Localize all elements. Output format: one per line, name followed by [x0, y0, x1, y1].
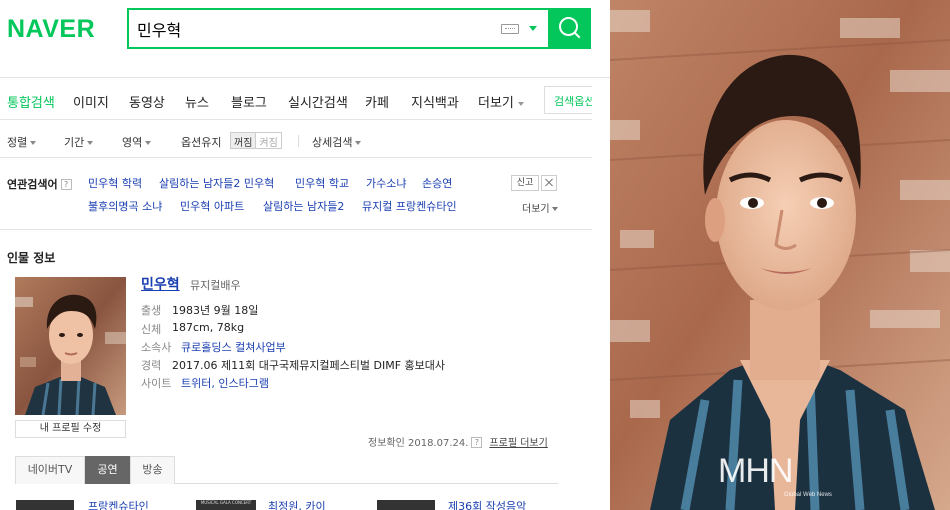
search-box	[127, 8, 591, 49]
tab-integrated[interactable]: 통합검색	[7, 92, 55, 111]
related-more-label: 더보기	[522, 204, 550, 215]
portrait-image	[610, 0, 950, 510]
tab-blog[interactable]: 블로그	[231, 92, 267, 111]
edit-profile-button[interactable]: 내 프로필 수정	[15, 420, 126, 438]
info-confirm: 정보확인 2018.07.24.? 프로필 더보기	[368, 434, 548, 449]
person-info-title: 인물 정보	[7, 251, 56, 265]
birth-key: 출생	[141, 304, 162, 317]
related-title: 연관검색어?	[7, 176, 72, 192]
filter-area-label: 영역	[122, 136, 143, 149]
naver-search-page: NAVER 통합검색 이미지 동영상 뉴스 블로그 실시간검색 카페 지식백과 …	[0, 0, 610, 510]
filter-sort-label: 정렬	[7, 136, 28, 149]
agency-link[interactable]: 큐로홀딩스 컬쳐사업부	[181, 339, 286, 355]
related-link[interactable]: 살림하는 남자들2 민우혁	[159, 175, 274, 191]
watermark-logo: MHN	[718, 452, 793, 490]
toggle-off[interactable]: 꺼짐	[231, 133, 257, 149]
related-link[interactable]: 살림하는 남자들2	[263, 198, 344, 214]
caret-down-icon[interactable]	[529, 26, 537, 31]
tab-knowledge[interactable]: 지식백과	[411, 92, 459, 111]
search-options-label: 검색옵션	[554, 95, 595, 108]
related-more-button[interactable]: 더보기	[522, 200, 558, 215]
tab-realtime[interactable]: 실시간검색	[288, 92, 348, 111]
help-icon[interactable]: ?	[60, 179, 72, 190]
report-button[interactable]: 신고	[511, 175, 539, 191]
chevron-down-icon	[87, 141, 94, 145]
filter-period[interactable]: 기간	[64, 134, 94, 150]
keyboard-icon[interactable]	[501, 24, 519, 34]
tab-navertv[interactable]: 네이버TV	[15, 456, 85, 484]
chevron-down-icon	[30, 141, 37, 145]
related-searches: 연관검색어? 민우혁 학력 살림하는 남자들2 민우혁 민우혁 학교 가수소냐 …	[0, 164, 610, 230]
portrait-photo	[610, 0, 950, 510]
naver-logo[interactable]: NAVER	[7, 15, 95, 44]
tab-cafe[interactable]: 카페	[365, 92, 389, 111]
birth-value: 1983년 9월 18일	[172, 304, 259, 317]
site-key: 사이트	[141, 377, 172, 390]
profile-photo-image	[15, 277, 126, 415]
keep-options-label: 옵션유지	[181, 136, 222, 149]
performance-list: 프랑켄슈타인 MUSICAL GALA CONCERT 최정원, 카이 제36회…	[0, 498, 610, 510]
chevron-down-icon	[145, 141, 152, 145]
related-link[interactable]: 불후의명곡 소냐	[88, 198, 162, 214]
media-tabs: 네이버TV 공연 방송	[15, 456, 558, 484]
person-job: 뮤지컬배우	[190, 279, 241, 292]
search-input[interactable]	[137, 17, 487, 41]
filter-area[interactable]: 영역	[122, 134, 152, 150]
chevron-down-icon	[355, 141, 362, 145]
profile-more-link[interactable]: 프로필 더보기	[489, 438, 547, 449]
tab-video[interactable]: 동영상	[129, 92, 165, 111]
performance-link[interactable]: 프랑켄슈타인	[88, 498, 149, 510]
tab-performance[interactable]: 공연	[85, 456, 130, 484]
performance-link[interactable]: 제36회 작성음악	[448, 498, 526, 510]
confirm-date: 정보확인 2018.07.24.	[368, 438, 469, 449]
related-title-label: 연관검색어	[7, 178, 58, 191]
search-button[interactable]	[548, 8, 591, 49]
chevron-down-icon	[517, 101, 524, 106]
body-key: 신체	[141, 323, 162, 336]
filter-detail-label: 상세검색	[312, 136, 353, 149]
filter-sort[interactable]: 정렬	[7, 134, 37, 150]
filter-detail[interactable]: 상세검색	[312, 134, 362, 150]
chevron-down-icon	[551, 207, 558, 211]
divider	[298, 135, 299, 147]
performance-link[interactable]: 최정원, 카이	[268, 498, 326, 510]
scrollbar[interactable]	[592, 84, 610, 510]
person-name[interactable]: 민우혁	[141, 274, 180, 294]
tab-more[interactable]: 더보기	[478, 92, 524, 111]
site-links[interactable]: 트위터, 인스타그램	[181, 375, 269, 391]
related-link[interactable]: 민우혁 학력	[88, 175, 142, 191]
help-icon[interactable]: ?	[471, 437, 483, 448]
body-value: 187cm, 78kg	[172, 321, 245, 334]
tab-news[interactable]: 뉴스	[185, 92, 209, 111]
search-header: NAVER	[0, 0, 610, 78]
tab-more-label: 더보기	[478, 96, 514, 111]
tab-image[interactable]: 이미지	[73, 92, 109, 111]
performance-thumb[interactable]	[377, 500, 435, 510]
keep-options-toggle[interactable]: 꺼짐 켜짐	[230, 132, 282, 149]
related-link[interactable]: 민우혁 학교	[295, 175, 349, 191]
close-icon[interactable]	[541, 175, 557, 191]
filter-period-label: 기간	[64, 136, 85, 149]
tab-broadcast[interactable]: 방송	[130, 456, 175, 484]
toggle-on[interactable]: 켜짐	[256, 133, 280, 149]
career-key: 경력	[141, 359, 162, 372]
related-link[interactable]: 손승연	[422, 175, 452, 191]
filter-bar: 정렬 기간 영역 옵션유지 꺼짐 켜짐 상세검색	[0, 122, 610, 158]
performance-thumb[interactable]: MUSICAL GALA CONCERT	[196, 500, 256, 510]
performance-thumb[interactable]	[16, 500, 74, 510]
related-link[interactable]: 민우혁 아파트	[180, 198, 244, 214]
career-value: 2017.06 제11회 대구국제뮤지컬페스티벌 DIMF 홍보대사	[172, 359, 446, 372]
related-link[interactable]: 가수소냐	[366, 175, 406, 191]
profile-photo[interactable]	[15, 277, 126, 415]
watermark-subtitle: Global Web News	[784, 492, 832, 498]
related-link[interactable]: 뮤지컬 프랑켄슈타인	[362, 198, 457, 214]
agency-key: 소속사	[141, 341, 172, 354]
search-tabs: 통합검색 이미지 동영상 뉴스 블로그 실시간검색 카페 지식백과 더보기 검색…	[0, 84, 610, 120]
